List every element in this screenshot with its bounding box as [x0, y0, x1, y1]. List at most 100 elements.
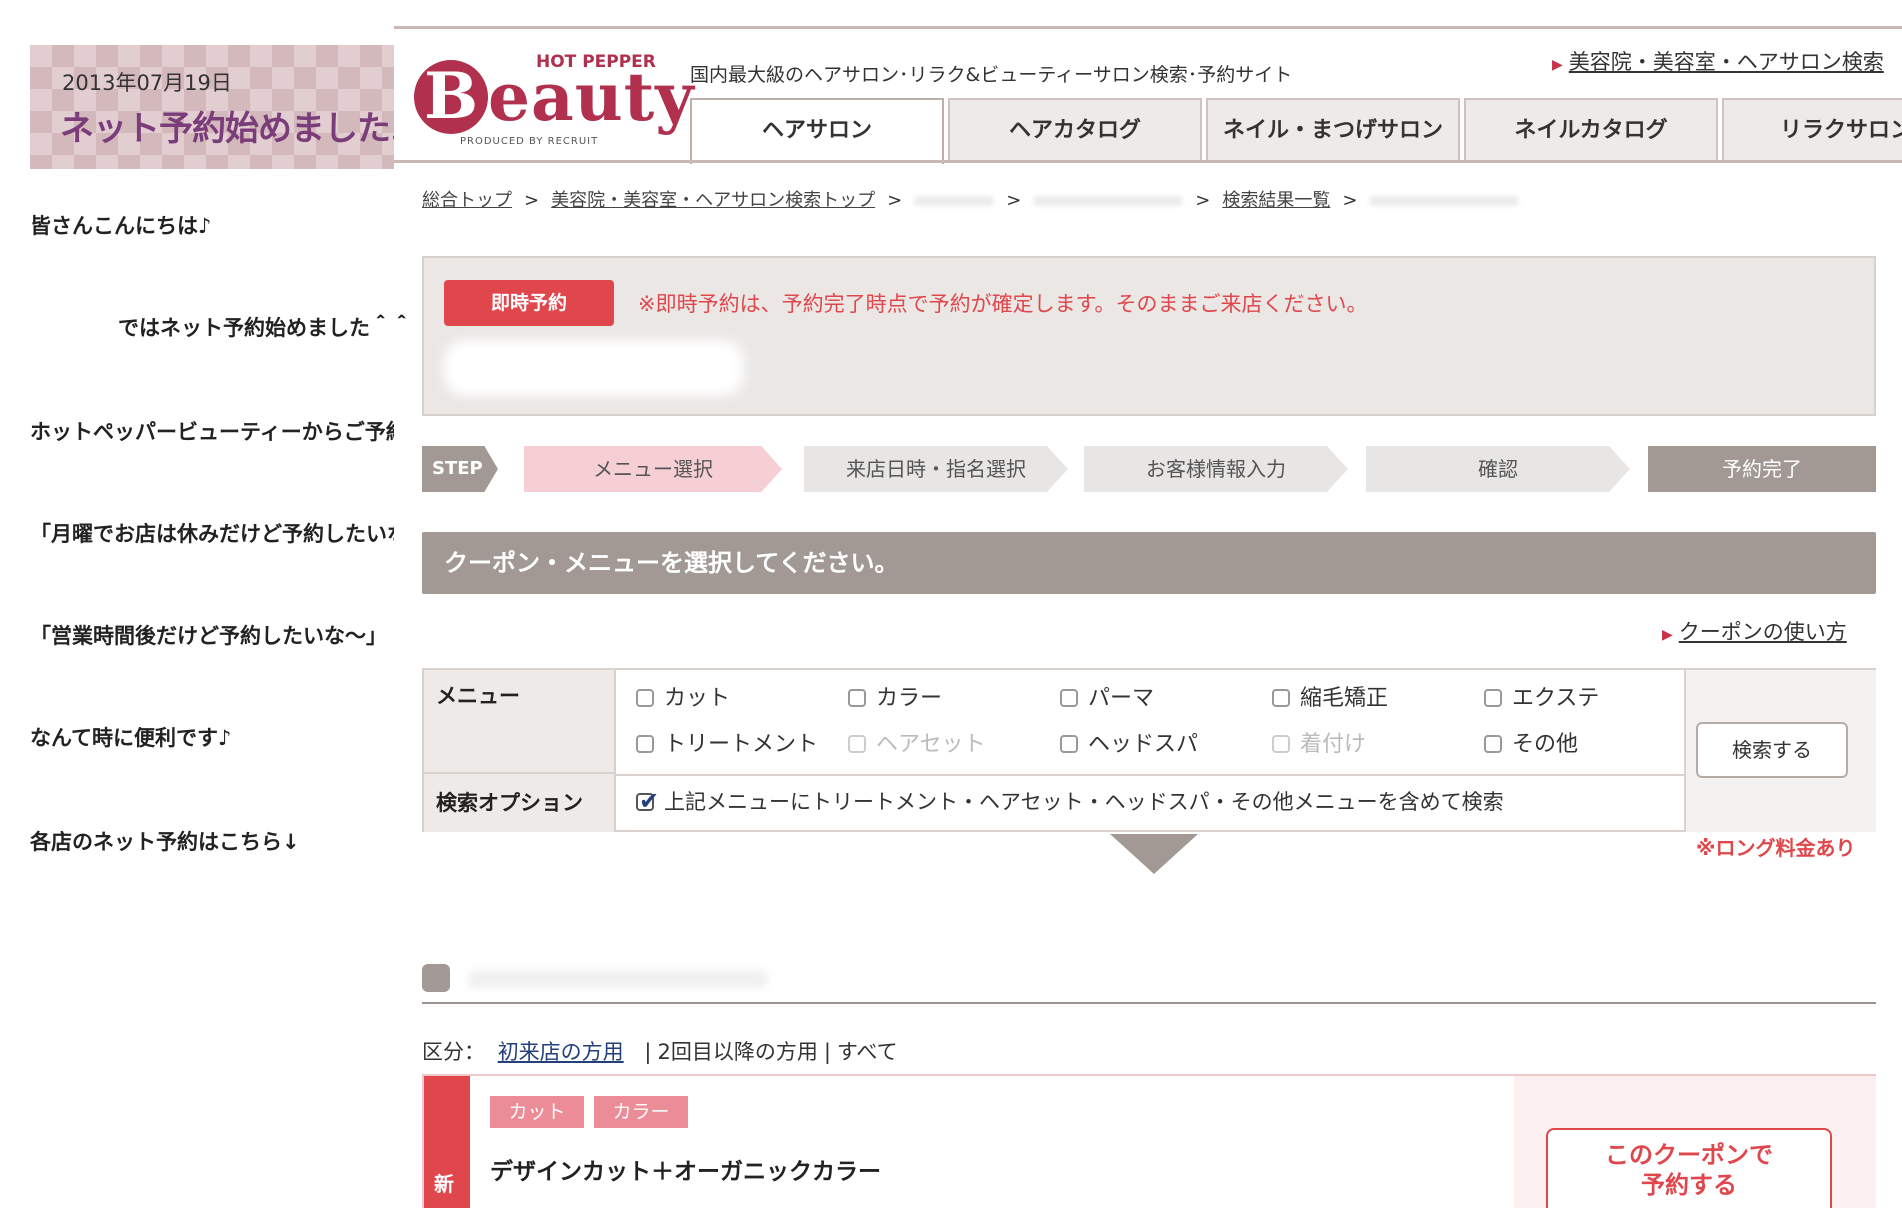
checkbox-icon: [1272, 735, 1290, 753]
menu-checkbox-hairset: ヘアセット: [848, 726, 986, 758]
step-menu-select: メニュー選択: [524, 446, 782, 492]
new-badge: 新: [434, 1172, 454, 1196]
blog-paragraph: 「月曜でお店は休みだけど予約したいな: [30, 522, 394, 546]
blog-paragraph: ホットペッパービューティーからご予約で: [30, 420, 394, 444]
tab-nail-catalog[interactable]: ネイルカタログ: [1464, 98, 1718, 160]
category-first-time-link[interactable]: 初来店の方用: [498, 1040, 624, 1064]
section-title: クーポン・メニューを選択してください。: [422, 532, 1876, 594]
checkbox-label: 縮毛矯正: [1300, 686, 1389, 711]
logo-word: eauty: [488, 58, 695, 136]
blog-paragraph: なんて時に便利です♪: [30, 726, 232, 750]
instant-reservation-text: ※即時予約は、予約完了時点で予約が確定します。そのままご来店ください。: [638, 292, 1368, 316]
triangle-bullet-icon: ▶: [1552, 57, 1563, 73]
tab-nail-eyelash-salon[interactable]: ネイル・まつげサロン: [1206, 98, 1460, 160]
checkbox-icon: [1272, 689, 1290, 707]
coupon-help-link-label: クーポンの使い方: [1678, 620, 1847, 644]
checkbox-icon: [1060, 735, 1078, 753]
long-hair-fee-note: ※ロング料金あり: [1696, 836, 1856, 860]
coupon-tag: カット: [490, 1096, 584, 1128]
checkbox-label: 着付け: [1300, 732, 1367, 757]
redacted-area: [914, 196, 995, 206]
coupon-title[interactable]: デザインカット＋オーガニックカラー: [490, 1152, 881, 1186]
arrow-down-icon: [1110, 834, 1198, 874]
checkbox-label: トリートメント: [664, 732, 819, 757]
step-customer-info: お客様情報入力: [1084, 446, 1348, 492]
search-button-area: 検索する: [1684, 670, 1876, 832]
search-button[interactable]: 検索する: [1696, 722, 1848, 778]
coupon-new-strip: 新: [424, 1076, 470, 1208]
blog-post-title: ネット予約始めました♪: [60, 109, 394, 149]
breadcrumb: 総合トップ > 美容院・美容室・ヘアサロン検索トップ > > > 検索結果一覧 >: [422, 186, 1520, 212]
redacted-area: [468, 970, 768, 988]
top-search-link[interactable]: ▶ 美容院・美容室・ヘアサロン検索: [1552, 46, 1884, 76]
tab-hair-catalog[interactable]: ヘアカタログ: [948, 98, 1202, 160]
checkbox-label: パーマ: [1088, 686, 1155, 711]
tabs-underline: [394, 160, 1902, 163]
blog-paragraph: ではネット予約始めました＾＾: [118, 316, 412, 340]
instant-reservation-notice: 即時予約 ※即時予約は、予約完了時点で予約が確定します。そのままご来店ください。: [422, 256, 1876, 416]
menu-checkbox-extension[interactable]: エクステ: [1484, 680, 1599, 712]
section-bullet-icon: [422, 964, 450, 992]
menu-checkbox-straightening[interactable]: 縮毛矯正: [1272, 680, 1388, 712]
checkbox-icon: [848, 735, 866, 753]
category-label: 区分：: [422, 1040, 485, 1064]
checkbox-label: 上記メニューにトリートメント・ヘアセット・ヘッドスパ・その他メニューを含めて検索: [664, 790, 1504, 814]
checkbox-checked-icon: [636, 787, 659, 815]
top-border: [394, 26, 1902, 29]
breadcrumb-results-link[interactable]: 検索結果一覧: [1222, 190, 1330, 211]
breadcrumb-separator: >: [1006, 190, 1022, 211]
menu-checkbox-kitsuke: 着付け: [1272, 726, 1366, 758]
divider: [616, 774, 1684, 776]
menu-checkbox-color[interactable]: カラー: [848, 680, 942, 712]
hotpepper-beauty-logo[interactable]: B HOT PEPPER eauty PRODUCED BY RECRUIT: [414, 50, 694, 154]
checkbox-label: ヘアセット: [876, 732, 986, 757]
tab-relax-salon[interactable]: リラクサロン: [1722, 98, 1902, 160]
checkbox-icon: [636, 735, 654, 753]
reserve-with-coupon-button[interactable]: このクーポンで 予約する: [1546, 1128, 1832, 1208]
logo-produced-by: PRODUCED BY RECRUIT: [460, 136, 599, 147]
checkbox-label: カット: [664, 686, 731, 711]
menu-checkbox-perm[interactable]: パーマ: [1060, 680, 1154, 712]
blog-header-banner: 2013年07月19日 ネット予約始めました♪: [30, 45, 394, 169]
menu-checkbox-other[interactable]: その他: [1484, 726, 1578, 758]
category-tabs: ヘアサロン ヘアカタログ ネイル・まつげサロン ネイルカタログ リラクサロン: [690, 98, 1902, 164]
blog-post-date: 2013年07月19日: [62, 71, 232, 95]
site-tagline: 国内最大級のヘアサロン･リラク&ビューティーサロン検索･予約サイト: [690, 64, 1293, 86]
checkbox-label: カラー: [876, 686, 943, 711]
blog-paragraph: 皆さんこんにちは♪: [30, 214, 212, 238]
step-complete: 予約完了: [1648, 446, 1876, 492]
step-confirm: 確認: [1366, 446, 1630, 492]
search-option-checkbox[interactable]: 上記メニューにトリートメント・ヘアセット・ヘッドスパ・その他メニューを含めて検索: [636, 786, 1504, 816]
menu-label: メニュー: [424, 670, 616, 774]
menu-checkbox-headspa[interactable]: ヘッドスパ: [1060, 726, 1198, 758]
hotpepper-screenshot: B HOT PEPPER eauty PRODUCED BY RECRUIT 国…: [394, 0, 1902, 1208]
category-divider: |: [644, 1040, 652, 1064]
category-filter: 区分： 初来店の方用 | 2回目以降の方用 | すべて: [422, 1036, 898, 1066]
breadcrumb-separator: >: [1342, 190, 1358, 211]
checkbox-icon: [636, 689, 654, 707]
menu-checkbox-cut[interactable]: カット: [636, 680, 730, 712]
blog-paragraph: 「営業時間後だけど予約したいな〜」: [30, 624, 387, 648]
checkbox-label: ヘッドスパ: [1088, 732, 1199, 757]
tab-hair-salon[interactable]: ヘアサロン: [690, 98, 944, 164]
breadcrumb-top-link[interactable]: 総合トップ: [422, 190, 512, 211]
category-divider: |: [823, 1040, 831, 1064]
category-all[interactable]: すべて: [837, 1040, 898, 1064]
redacted-area: [1369, 196, 1520, 206]
category-second-time[interactable]: 2回目以降の方用: [657, 1040, 817, 1064]
coupon-tag: カラー: [594, 1096, 688, 1128]
step-datetime-select: 来店日時・指名選択: [804, 446, 1068, 492]
instant-reservation-badge: 即時予約: [444, 280, 614, 326]
step-label: STEP: [422, 446, 498, 492]
coupon-help-link[interactable]: ▶ クーポンの使い方: [1662, 616, 1847, 646]
breadcrumb-search-top-link[interactable]: 美容院・美容室・ヘアサロン検索トップ: [551, 190, 875, 211]
blog-paragraph: 各店のネット予約はこちら↓: [30, 830, 300, 854]
menu-checkbox-treatment[interactable]: トリートメント: [636, 726, 818, 758]
breadcrumb-separator: >: [524, 190, 540, 211]
checkbox-icon: [1484, 689, 1502, 707]
coupon-card: 新 カット カラー デザインカット＋オーガニックカラー このクーポンで 予約する: [422, 1074, 1876, 1208]
redacted-area: [444, 340, 744, 396]
search-option-label: 検索オプション: [424, 774, 616, 832]
triangle-bullet-icon: ▶: [1662, 627, 1673, 643]
breadcrumb-separator: >: [1195, 190, 1211, 211]
